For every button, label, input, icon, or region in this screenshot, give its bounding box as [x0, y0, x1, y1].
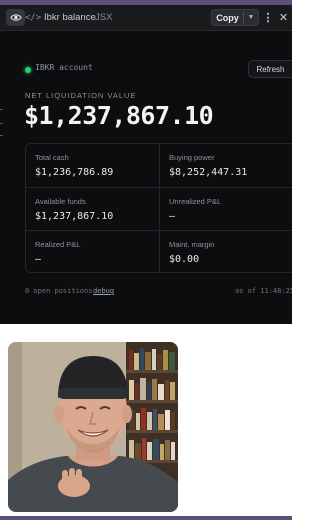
artifact-toolbar: </> Ibkr balance JSX Copy ▼ ⋮ ✕ [0, 5, 292, 31]
scroll-edge-mark [0, 109, 3, 110]
account-metrics-grid: Total cash $1,236,786.89 Buying power $8… [25, 143, 292, 273]
chevron-down-icon[interactable]: ▼ [244, 14, 258, 21]
copy-button[interactable]: Copy [212, 13, 243, 23]
metric-label: Total cash [35, 153, 69, 162]
net-liquidation-value: $1,237,867.10 [24, 101, 214, 130]
open-positions-count: 0 open positions [25, 287, 93, 295]
close-icon: ✕ [278, 12, 289, 24]
metric-unrealized-pnl: Unrealized P&L — [159, 187, 292, 230]
metric-label: Realized P&L [35, 240, 81, 249]
metric-label: Buying power [169, 153, 215, 162]
debug-link[interactable]: debug [93, 287, 114, 295]
webcam-video [8, 342, 178, 512]
metric-value: — [169, 211, 176, 222]
webcam-frame [8, 342, 178, 512]
connection-status-indicator [25, 67, 31, 73]
metric-buying-power: Buying power $8,252,447.31 [159, 144, 292, 187]
more-options-button[interactable]: ⋮ [262, 9, 274, 26]
metric-label: Unrealized P&L [169, 197, 222, 206]
scroll-edge-mark [0, 135, 3, 136]
window-bottom-border [0, 516, 292, 520]
metric-value: $1,237,867.10 [35, 211, 114, 222]
artifact-preview: IBKR account Refresh NET LIQUIDATION VAL… [0, 31, 292, 324]
metric-maint-margin: Maint. margin $0.00 [159, 230, 292, 273]
artifact-title: Ibkr balance [44, 12, 96, 23]
more-vertical-icon: ⋮ [262, 12, 274, 24]
eye-icon [9, 14, 22, 21]
copy-button-group: Copy ▼ [211, 9, 259, 26]
metric-label: Available funds [35, 197, 86, 206]
refresh-button[interactable]: Refresh [248, 60, 292, 78]
scroll-edge-mark [0, 123, 3, 124]
account-label: IBKR account [35, 63, 93, 72]
close-button[interactable]: ✕ [277, 9, 290, 26]
metric-available-funds: Available funds $1,237,867.10 [26, 187, 159, 230]
code-view-button[interactable]: </> [24, 9, 42, 26]
metric-total-cash: Total cash $1,236,786.89 [26, 144, 159, 187]
metric-realized-pnl: Realized P&L — [26, 230, 159, 273]
metric-value: $1,236,786.89 [35, 167, 114, 178]
metric-label: Maint. margin [169, 240, 215, 249]
metric-value: $8,252,447.31 [169, 167, 248, 178]
metric-value: $0.00 [169, 254, 200, 265]
code-icon: </> [24, 12, 42, 23]
preview-toggle-button[interactable] [6, 9, 25, 26]
last-updated-time: as of 11:48:25 [235, 287, 292, 295]
net-liquidation-label: NET LIQUIDATION VALUE [25, 91, 137, 100]
metric-value: — [35, 254, 42, 265]
artifact-language: JSX [95, 12, 113, 23]
